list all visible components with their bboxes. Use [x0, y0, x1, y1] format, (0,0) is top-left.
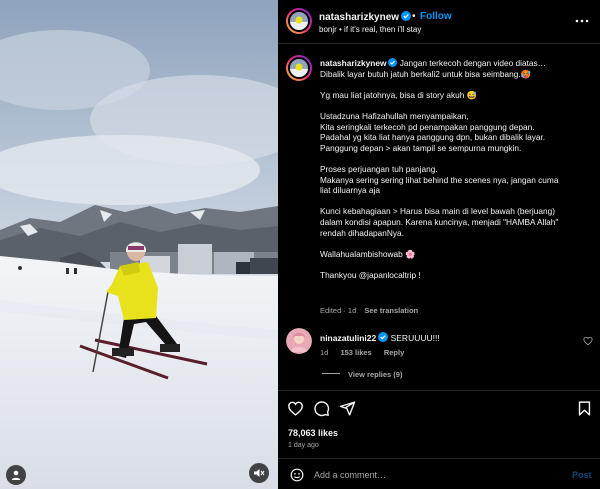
actions-divider — [278, 390, 600, 391]
heart-icon[interactable] — [287, 400, 304, 417]
caption-body: Jangan terkecoh dengan video diatas… Dib… — [320, 58, 559, 280]
mute-button[interactable] — [249, 463, 269, 483]
ski-slope-image — [0, 0, 278, 489]
author-username[interactable]: natasharizkynew — [319, 11, 412, 23]
header-divider — [278, 43, 600, 44]
emoji-icon[interactable] — [290, 468, 304, 482]
comment-time[interactable]: 1d — [320, 348, 328, 357]
verified-icon — [388, 58, 398, 67]
replies-line — [322, 373, 340, 374]
view-replies-label[interactable]: View replies (9) — [348, 370, 402, 379]
author-username-text[interactable]: natasharizkynew — [319, 12, 399, 23]
user-tag-icon — [11, 470, 21, 480]
comment-likes[interactable]: 153 likes — [340, 348, 371, 357]
verified-icon — [401, 11, 412, 21]
verified-icon — [378, 332, 389, 342]
commenter-avatar[interactable] — [286, 328, 312, 354]
comment-meta: 1d 153 likes Reply — [320, 348, 414, 357]
likes-count[interactable]: 78,063 likes — [288, 428, 338, 438]
caption-username[interactable]: natasharizkynew — [320, 58, 386, 68]
post-time[interactable]: 1 day ago — [288, 442, 319, 449]
comment-body: SERUUUU!!! — [390, 333, 440, 343]
see-translation-link[interactable]: See translation — [364, 306, 418, 315]
mute-icon — [254, 469, 265, 477]
bookmark-icon[interactable] — [576, 400, 593, 417]
input-divider — [278, 458, 600, 459]
post-details-panel: natasharizkynew • Follow bonjr • if it's… — [278, 0, 600, 489]
caption-text: natasharizkynew Jangan terkecoh dengan v… — [320, 58, 592, 280]
follow-button[interactable]: Follow — [420, 11, 452, 22]
comment-heart-icon[interactable] — [583, 336, 593, 346]
caption-meta: Edited · 1d See translation — [320, 306, 424, 315]
post-comment-button[interactable]: Post — [572, 470, 592, 480]
audio-subtitle[interactable]: bonjr • if it's real, then i'll stay — [319, 25, 421, 34]
share-icon[interactable] — [339, 400, 356, 417]
comment-text: ninazatulini22 SERUUUU!!! — [320, 332, 440, 343]
post-photo[interactable] — [0, 0, 278, 489]
author-avatar[interactable] — [286, 8, 312, 34]
view-replies-button[interactable]: View replies (9) — [322, 370, 402, 379]
comment-username[interactable]: ninazatulini22 — [320, 333, 376, 343]
comment-icon[interactable] — [313, 400, 330, 417]
more-icon[interactable] — [574, 14, 590, 28]
caption-edited: Edited · 1d — [320, 306, 357, 315]
comment-input[interactable] — [314, 468, 554, 482]
reply-button[interactable]: Reply — [384, 348, 404, 357]
user-tag-button[interactable] — [6, 465, 26, 485]
caption-avatar[interactable] — [286, 55, 312, 81]
header-separator: • — [412, 11, 416, 22]
